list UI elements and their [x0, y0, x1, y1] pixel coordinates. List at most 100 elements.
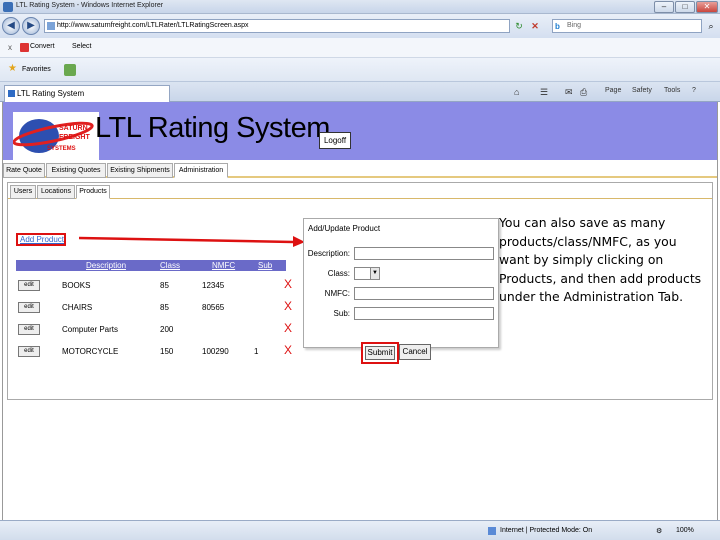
window-title: LTL Rating System - Windows Internet Exp… — [16, 2, 164, 9]
address-url: http://www.saturnfreight.com/LTLRater/LT… — [57, 22, 249, 29]
header-nmfc[interactable]: NMFC — [212, 260, 235, 271]
mail-icon[interactable]: ✉ — [565, 87, 573, 98]
refresh-icon: ↻ — [515, 21, 523, 31]
class-select[interactable]: ▼ — [354, 267, 380, 280]
class-label: Class: — [327, 269, 350, 278]
annotation-line: want by simply clicking on — [499, 252, 664, 268]
cell-description: BOOKS — [62, 281, 91, 290]
forward-button[interactable]: ▶ — [22, 17, 40, 35]
tab-rate-quote[interactable]: Rate Quote — [3, 163, 45, 178]
cell-class: 85 — [160, 303, 169, 312]
sub-tab-bar: Users Locations Products — [8, 183, 712, 199]
delete-button[interactable]: X — [284, 277, 292, 291]
delete-button[interactable]: X — [284, 343, 292, 357]
back-button[interactable]: ◀ — [2, 17, 20, 35]
header-sub[interactable]: Sub — [258, 260, 272, 271]
tools-menu-button[interactable]: Tools — [664, 87, 680, 94]
close-toolbar-button[interactable]: x — [8, 43, 12, 52]
nmfc-input[interactable] — [354, 287, 494, 300]
main-tab-bar: Rate Quote Existing Quotes Existing Ship… — [3, 162, 717, 178]
page-menu-button[interactable]: Page — [605, 87, 621, 94]
table-row: edit Computer Parts 200 X — [16, 320, 292, 340]
product-table-header: Description Class NMFC Sub — [16, 260, 286, 271]
refresh-button[interactable]: ↻ — [512, 19, 526, 33]
submit-button[interactable]: Submit — [365, 346, 395, 360]
back-arrow-icon: ◀ — [7, 20, 15, 31]
safety-menu-button[interactable]: Safety — [632, 87, 652, 94]
status-bar: Internet | Protected Mode: On ⚙ 100% — [0, 520, 720, 540]
home-icon[interactable]: ⌂ — [514, 87, 519, 97]
cell-class: 85 — [160, 281, 169, 290]
close-window-button[interactable]: ✕ — [696, 1, 718, 13]
tab-locations[interactable]: Locations — [37, 185, 75, 199]
logo-word-2: FREIGHT — [59, 134, 90, 141]
help-button[interactable]: ? — [692, 87, 696, 94]
add-update-product-form: Add/Update Product Description: Class: ▼… — [303, 218, 499, 348]
edit-button[interactable]: edit — [18, 346, 40, 357]
bing-icon: b — [555, 22, 560, 31]
search-button[interactable]: ⌕ — [704, 19, 718, 33]
feeds-icon[interactable]: ☰ — [540, 87, 548, 98]
tab-administration[interactable]: Administration — [174, 163, 228, 178]
header-class[interactable]: Class — [160, 260, 180, 271]
logo-word-1: SATURN — [59, 125, 88, 132]
cell-nmfc: 12345 — [202, 281, 225, 290]
sub-label: Sub: — [333, 309, 350, 318]
forward-arrow-icon: ▶ — [27, 20, 35, 31]
edit-button[interactable]: edit — [18, 280, 40, 291]
pdf-icon — [20, 43, 29, 52]
annotation-line: under the Administration Tab. — [499, 289, 684, 305]
chevron-down-icon: ▼ — [370, 268, 379, 279]
page-icon — [47, 22, 55, 30]
cell-description: CHAIRS — [62, 303, 93, 312]
delete-button[interactable]: X — [284, 299, 292, 313]
page-content: SATURN FREIGHT SYSTEMS LTL Rating System… — [2, 102, 718, 520]
print-icon[interactable]: ⎙ — [580, 87, 587, 98]
table-row: edit BOOKS 85 12345 X — [16, 276, 292, 296]
cell-nmfc: 100290 — [202, 347, 229, 356]
cell-nmfc: 80565 — [202, 303, 225, 312]
annotation-text: You can also save as many products/class… — [499, 214, 719, 307]
form-title: Add/Update Product — [308, 224, 381, 233]
sub-input[interactable] — [354, 307, 494, 320]
edit-button[interactable]: edit — [18, 302, 40, 313]
nmfc-label: NMFC: — [324, 289, 350, 298]
stop-button[interactable]: ✕ — [528, 19, 542, 33]
search-input[interactable]: b Bing — [552, 19, 702, 33]
tab-users[interactable]: Users — [10, 185, 36, 199]
annotation-line: products/class/NMFC, as you — [499, 233, 677, 249]
logoff-button[interactable]: Logoff — [319, 132, 351, 149]
header-description[interactable]: Description — [86, 260, 126, 271]
search-icon: ⌕ — [708, 21, 714, 31]
suggested-sites-icon[interactable] — [64, 64, 76, 76]
maximize-button[interactable]: □ — [675, 1, 695, 13]
address-bar[interactable]: http://www.saturnfreight.com/LTLRater/LT… — [44, 19, 510, 33]
tab-products[interactable]: Products — [76, 185, 110, 199]
app-title: LTL Rating System — [95, 112, 330, 144]
cancel-button[interactable]: Cancel — [399, 344, 431, 360]
browser-tab[interactable]: LTL Rating System — [4, 85, 170, 102]
convert-button[interactable]: Convert — [30, 43, 55, 50]
annotation-line: You can also save as many — [499, 215, 666, 230]
description-input[interactable] — [354, 247, 494, 260]
select-button[interactable]: Select — [72, 43, 91, 50]
tab-favicon — [8, 90, 15, 97]
favorites-button[interactable]: Favorites — [22, 66, 51, 73]
security-zone-status[interactable]: Internet | Protected Mode: On — [500, 527, 592, 534]
minimize-button[interactable]: – — [654, 1, 674, 13]
stop-icon: ✕ — [531, 21, 539, 31]
annotation-line: Products, and then add products — [499, 270, 702, 286]
description-label: Description: — [307, 249, 350, 258]
delete-button[interactable]: X — [284, 321, 292, 335]
pdf-toolbar: x Convert Select — [0, 38, 720, 58]
tab-bar: LTL Rating System ⌂ ☰ ✉ ⎙ Page Safety To… — [0, 82, 720, 102]
submit-highlight: Submit — [361, 342, 399, 364]
tab-existing-shipments[interactable]: Existing Shipments — [107, 163, 173, 178]
cell-class: 150 — [160, 347, 174, 356]
saturn-freight-logo: SATURN FREIGHT SYSTEMS — [13, 112, 99, 160]
search-placeholder: Bing — [567, 22, 582, 29]
zoom-level[interactable]: 100% — [676, 527, 694, 534]
edit-button[interactable]: edit — [18, 324, 40, 335]
tab-existing-quotes[interactable]: Existing Quotes — [46, 163, 106, 178]
add-product-link[interactable]: Add Product — [16, 233, 66, 246]
